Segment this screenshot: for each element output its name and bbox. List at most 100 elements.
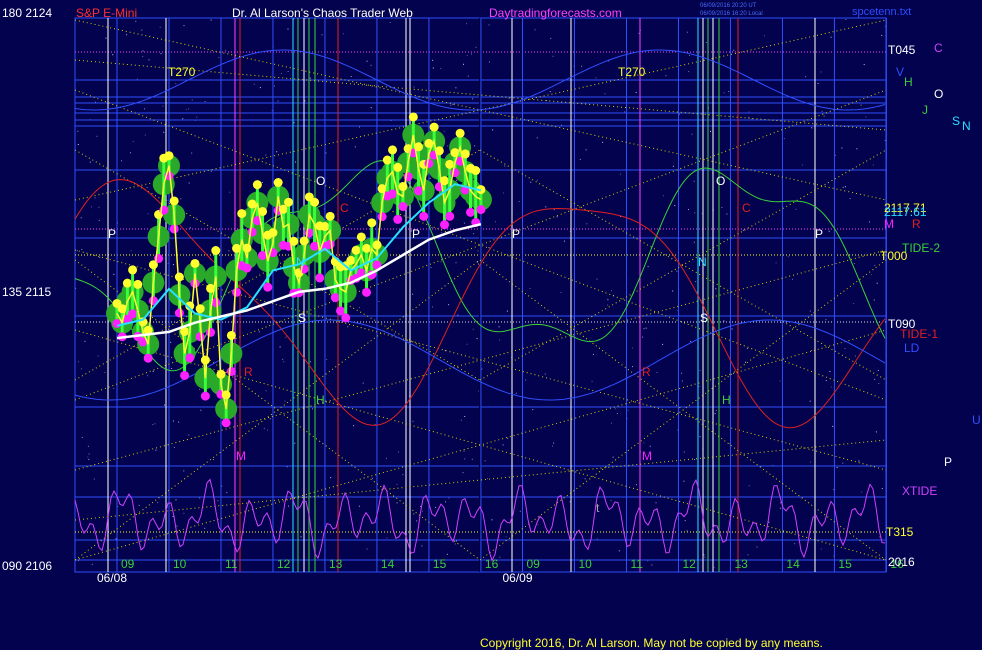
star-dot — [358, 306, 360, 308]
star-dot — [627, 409, 629, 411]
marker-r: R — [244, 365, 253, 379]
star-dot — [519, 510, 521, 512]
price-low-dot — [143, 353, 153, 363]
star-dot — [579, 159, 581, 160]
star-dot — [160, 53, 162, 55]
star-dot — [435, 506, 437, 508]
star-dot — [624, 111, 625, 113]
star-dot — [602, 141, 604, 143]
star-dot — [564, 240, 565, 242]
star-dot — [615, 408, 616, 410]
star-dot — [188, 434, 190, 436]
star-dot — [287, 28, 289, 30]
star-dot — [88, 453, 90, 455]
right-label-o: O — [934, 87, 943, 101]
star-dot — [326, 359, 328, 360]
marker-o: O — [716, 174, 725, 188]
hour-tick-label: 15 — [838, 557, 852, 571]
star-dot — [199, 388, 201, 390]
star-dot — [413, 86, 415, 88]
star-dot — [643, 442, 645, 444]
star-dot — [768, 521, 770, 523]
hour-tick-label: 09 — [121, 557, 135, 571]
price-low-dot — [398, 202, 408, 212]
star-dot — [173, 446, 175, 448]
star-dot — [499, 339, 501, 341]
star-dot — [595, 77, 597, 79]
star-dot — [413, 513, 415, 515]
star-dot — [832, 425, 834, 427]
star-dot — [865, 116, 867, 118]
star-dot — [171, 368, 173, 369]
star-dot — [191, 152, 193, 154]
marker-m: M — [236, 449, 246, 463]
star-dot — [402, 474, 404, 476]
star-dot — [204, 527, 206, 529]
star-dot — [477, 250, 479, 252]
star-dot — [495, 221, 497, 223]
star-dot — [183, 25, 185, 27]
price-high-dot — [195, 304, 205, 314]
star-dot — [502, 444, 504, 446]
right-label-j: J — [922, 103, 928, 117]
star-dot — [93, 478, 95, 480]
price-high-dot — [429, 122, 439, 132]
star-dot — [713, 567, 715, 569]
star-dot — [694, 212, 696, 214]
star-dot — [881, 34, 883, 36]
star-dot — [265, 154, 267, 156]
star-dot — [265, 390, 267, 392]
star-dot — [475, 46, 477, 48]
right-label-h: H — [904, 75, 913, 89]
star-dot — [366, 548, 368, 550]
star-dot — [704, 556, 706, 558]
star-dot — [445, 501, 446, 503]
star-dot — [287, 71, 289, 72]
star-dot — [96, 135, 98, 137]
star-dot — [604, 93, 606, 95]
price-low-dot — [414, 186, 424, 196]
star-dot — [875, 431, 877, 433]
star-dot — [452, 104, 454, 106]
star-dot — [655, 502, 657, 504]
star-dot — [130, 152, 131, 154]
marker-h: H — [316, 393, 325, 407]
star-dot — [464, 458, 466, 460]
star-dot — [632, 366, 633, 368]
price-low-dot — [419, 211, 429, 221]
price-high-dot — [320, 222, 330, 232]
star-dot — [463, 63, 464, 65]
price-high-dot — [367, 218, 377, 228]
star-dot — [715, 410, 717, 412]
price-high-dot — [190, 258, 200, 268]
star-dot — [860, 104, 862, 106]
star-dot — [811, 127, 813, 129]
star-dot — [611, 290, 612, 292]
star-dot — [783, 138, 785, 140]
star-dot — [277, 100, 279, 102]
star-dot — [684, 520, 686, 522]
star-dot — [647, 560, 649, 562]
star-dot — [199, 497, 201, 499]
star-dot — [592, 353, 594, 355]
star-dot — [584, 478, 586, 480]
hour-tick-label: 16 — [485, 557, 499, 571]
star-dot — [422, 510, 423, 512]
star-dot — [821, 110, 823, 112]
star-dot — [612, 456, 614, 458]
star-dot — [681, 380, 683, 382]
star-dot — [385, 457, 387, 459]
right-label-t315: T315 — [886, 525, 914, 539]
star-dot — [300, 536, 302, 538]
star-dot — [99, 256, 101, 258]
star-dot — [553, 442, 555, 444]
price-low-dot — [226, 366, 236, 376]
price-low-dot — [180, 370, 190, 380]
price-high-dot — [174, 272, 184, 282]
site-link[interactable]: Daytradingforecasts.com — [489, 6, 622, 20]
star-dot — [596, 278, 598, 280]
star-dot — [138, 504, 140, 506]
star-dot — [139, 531, 141, 533]
star-dot — [159, 26, 161, 28]
star-dot — [844, 348, 846, 349]
